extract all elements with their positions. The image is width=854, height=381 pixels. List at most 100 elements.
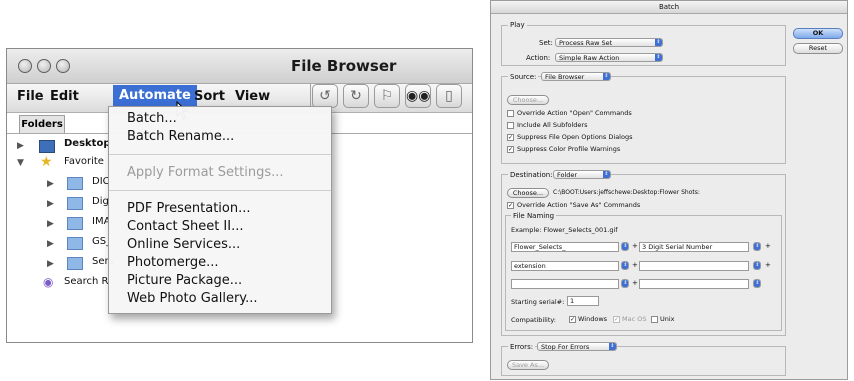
- menu-item-batch[interactable]: Batch...: [127, 111, 177, 126]
- popup-arrows-icon: ⇕: [655, 54, 662, 61]
- action-select[interactable]: Simple Raw Action ⇕: [555, 53, 663, 62]
- disclosure-triangle-icon[interactable]: ▶: [47, 199, 54, 209]
- disclosure-triangle-icon[interactable]: ▶: [17, 141, 24, 151]
- override-open-checkbox[interactable]: [507, 110, 514, 117]
- compat-unix-checkbox[interactable]: [651, 316, 658, 323]
- dialog-title: Batch: [491, 1, 847, 14]
- set-select[interactable]: Process Raw Set ⇕: [555, 38, 663, 47]
- tree-item-desktop[interactable]: Desktop: [64, 138, 111, 149]
- close-button[interactable]: [18, 59, 32, 73]
- menu-item-apply-format-settings: Apply Format Settings...: [127, 165, 284, 180]
- suppress-open-dialogs-checkbox[interactable]: ✓: [507, 134, 514, 141]
- compat-unix-label: Unix: [660, 315, 675, 323]
- binoculars-icon[interactable]: ◉◉: [405, 84, 431, 108]
- compat-windows-checkbox[interactable]: ✓: [569, 316, 576, 323]
- rotate-ccw-icon[interactable]: ↺: [312, 84, 338, 108]
- source-select[interactable]: File Browser ⇕: [541, 72, 611, 81]
- menu-separator: [109, 154, 331, 155]
- plus-sign: +: [632, 261, 638, 269]
- compat-macos-label: Mac OS: [622, 315, 647, 323]
- naming-field-6-popup[interactable]: ⇕: [753, 279, 761, 288]
- override-open-label: Override Action "Open" Commands: [517, 109, 632, 117]
- folder-icon: [67, 197, 83, 210]
- plus-sign: +: [765, 261, 771, 269]
- compat-windows-label: Windows: [578, 315, 608, 323]
- popup-arrows-icon: ⇕: [754, 280, 760, 287]
- menu-item-online-services[interactable]: Online Services...: [127, 237, 240, 252]
- rotate-cw-icon[interactable]: ↻: [343, 84, 369, 108]
- play-group-label: Play: [508, 21, 527, 29]
- naming-field-5-popup[interactable]: ⇕: [621, 279, 629, 288]
- destination-path: C:\BOOT:Users:jeffschewe:Desktop:Flower …: [553, 189, 700, 196]
- plus-sign: +: [632, 242, 638, 250]
- tree-item-search-results[interactable]: Search R: [64, 276, 108, 287]
- search-results-icon: ◉: [43, 275, 54, 289]
- menu-sort[interactable]: Sort: [194, 89, 225, 104]
- naming-field-3-popup[interactable]: ⇕: [621, 261, 629, 270]
- trash-icon[interactable]: ▯: [436, 84, 462, 108]
- menu-item-contact-sheet[interactable]: Contact Sheet II...: [127, 219, 244, 234]
- desktop-icon: [39, 140, 55, 153]
- popup-arrows-icon: ⇕: [622, 262, 628, 269]
- naming-field-6[interactable]: [639, 279, 749, 289]
- menu-item-pdf-presentation[interactable]: PDF Presentation...: [127, 201, 251, 216]
- menu-item-picture-package[interactable]: Picture Package...: [127, 273, 242, 288]
- suppress-open-dialogs-label: Suppress File Open Options Dialogs: [517, 133, 633, 141]
- tree-item-favorites[interactable]: Favorite: [64, 156, 104, 167]
- override-save-as-checkbox[interactable]: ✓: [507, 202, 514, 209]
- menu-item-web-photo-gallery[interactable]: Web Photo Gallery...: [127, 291, 258, 306]
- plus-sign: +: [632, 279, 638, 287]
- flag-icon[interactable]: ⚐: [374, 84, 400, 108]
- reset-button[interactable]: Reset: [793, 43, 843, 54]
- popup-arrows-icon: ⇕: [603, 73, 610, 80]
- starting-serial-input[interactable]: 1: [567, 296, 599, 306]
- naming-field-1[interactable]: Flower_Selects_: [511, 242, 619, 252]
- disclosure-triangle-icon[interactable]: ▶: [47, 219, 54, 229]
- suppress-color-warnings-checkbox[interactable]: ✓: [507, 146, 514, 153]
- naming-field-5[interactable]: [511, 279, 619, 289]
- disclosure-triangle-open-icon[interactable]: ▼: [17, 158, 24, 168]
- disclosure-triangle-icon[interactable]: ▶: [47, 259, 54, 269]
- popup-arrows-icon: ⇕: [603, 171, 610, 178]
- file-naming-label: File Naming: [511, 212, 557, 220]
- menu-item-batch-rename[interactable]: Batch Rename...: [127, 129, 234, 144]
- naming-field-2-popup[interactable]: ⇕: [753, 242, 761, 251]
- destination-choose-button[interactable]: Choose...: [507, 188, 549, 198]
- popup-arrows-icon: ⇕: [609, 343, 616, 350]
- action-value: Simple Raw Action: [559, 54, 620, 62]
- disclosure-triangle-icon[interactable]: ▶: [47, 239, 54, 249]
- tab-folders[interactable]: Folders: [19, 115, 65, 133]
- menu-file[interactable]: File: [17, 89, 44, 104]
- tree-item-folder[interactable]: DIC: [92, 176, 110, 187]
- naming-field-3[interactable]: extension: [511, 261, 619, 271]
- minimize-button[interactable]: [37, 59, 51, 73]
- popup-arrows-icon: ⇕: [655, 39, 662, 46]
- tree-item-folder[interactable]: Dig: [92, 196, 109, 207]
- menu-item-photomerge[interactable]: Photomerge...: [127, 255, 219, 270]
- naming-field-4[interactable]: [639, 261, 749, 271]
- override-save-as-label: Override Action "Save As" Commands: [517, 201, 641, 209]
- source-label: Source:: [508, 73, 539, 81]
- source-choose-button[interactable]: Choose...: [507, 95, 549, 105]
- source-value: File Browser: [545, 73, 585, 81]
- favorites-star-icon: ★: [40, 154, 53, 170]
- folder-icon: [67, 257, 83, 270]
- naming-field-1-popup[interactable]: ⇕: [621, 242, 629, 251]
- include-subfolders-checkbox[interactable]: [507, 122, 514, 129]
- zoom-button[interactable]: [56, 59, 70, 73]
- menu-edit[interactable]: Edit: [50, 89, 79, 104]
- errors-select[interactable]: Stop For Errors ⇕: [537, 342, 617, 351]
- set-value: Process Raw Set: [559, 39, 613, 47]
- popup-arrows-icon: ⇕: [622, 280, 628, 287]
- folder-icon: [67, 237, 83, 250]
- destination-value: Folder: [557, 171, 578, 179]
- action-label: Action:: [526, 54, 551, 62]
- naming-field-4-popup[interactable]: ⇕: [753, 261, 761, 270]
- naming-field-2[interactable]: 3 Digit Serial Number: [639, 242, 749, 252]
- errors-label: Errors:: [508, 343, 536, 351]
- destination-select[interactable]: Folder ⇕: [553, 170, 611, 179]
- disclosure-triangle-icon[interactable]: ▶: [47, 179, 54, 189]
- ok-button[interactable]: OK: [793, 28, 843, 39]
- starting-serial-label: Starting serial#:: [511, 298, 565, 306]
- menu-view[interactable]: View: [235, 89, 270, 104]
